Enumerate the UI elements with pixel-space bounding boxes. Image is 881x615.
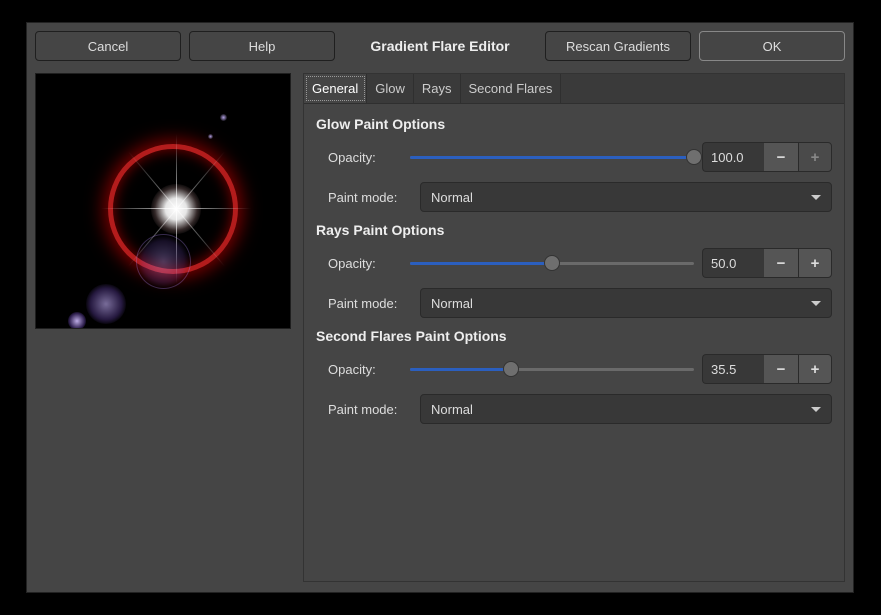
gradient-flare-editor-dialog: Cancel Help Gradient Flare Editor Rescan… xyxy=(26,22,854,593)
glow-opacity-increment: + xyxy=(798,142,832,172)
rays-opacity-increment[interactable]: + xyxy=(798,248,832,278)
second-opacity-label: Opacity: xyxy=(328,362,402,377)
second-paintmode-select[interactable]: Normal xyxy=(420,394,832,424)
settings-column: General Glow Rays Second Flares Glow Pai… xyxy=(303,73,845,582)
rays-opacity-input[interactable] xyxy=(702,248,764,278)
tab-second-flares[interactable]: Second Flares xyxy=(461,74,562,103)
second-opacity-input[interactable] xyxy=(702,354,764,384)
tab-rays[interactable]: Rays xyxy=(414,74,461,103)
glow-paintmode-value: Normal xyxy=(431,190,473,205)
second-opacity-decrement[interactable]: − xyxy=(764,354,798,384)
rays-paintmode-value: Normal xyxy=(431,296,473,311)
tab-glow[interactable]: Glow xyxy=(367,74,414,103)
dialog-body: General Glow Rays Second Flares Glow Pai… xyxy=(27,69,853,590)
flare-preview xyxy=(35,73,291,329)
rays-paintmode-select[interactable]: Normal xyxy=(420,288,832,318)
rays-opacity-decrement[interactable]: − xyxy=(764,248,798,278)
cancel-button[interactable]: Cancel xyxy=(35,31,181,61)
plus-icon: + xyxy=(811,149,820,166)
plus-icon: + xyxy=(811,255,820,272)
glow-section-header: Glow Paint Options xyxy=(316,116,832,132)
help-button[interactable]: Help xyxy=(189,31,335,61)
rays-paintmode-label: Paint mode: xyxy=(328,296,412,311)
second-paintmode-value: Normal xyxy=(431,402,473,417)
glow-paintmode-select[interactable]: Normal xyxy=(420,182,832,212)
preview-column xyxy=(35,73,291,582)
tab-bar: General Glow Rays Second Flares xyxy=(304,74,844,104)
second-opacity-increment[interactable]: + xyxy=(798,354,832,384)
dialog-title: Gradient Flare Editor xyxy=(343,38,537,54)
glow-opacity-label: Opacity: xyxy=(328,150,402,165)
tab-general[interactable]: General xyxy=(304,74,367,103)
chevron-down-icon xyxy=(811,195,821,200)
glow-opacity-slider[interactable] xyxy=(410,149,694,165)
rescan-gradients-button[interactable]: Rescan Gradients xyxy=(545,31,691,61)
dialog-header: Cancel Help Gradient Flare Editor Rescan… xyxy=(27,23,853,69)
glow-opacity-input[interactable] xyxy=(702,142,764,172)
minus-icon: − xyxy=(777,149,786,166)
glow-paintmode-label: Paint mode: xyxy=(328,190,412,205)
ok-button[interactable]: OK xyxy=(699,31,845,61)
rays-section-header: Rays Paint Options xyxy=(316,222,832,238)
rays-opacity-slider[interactable] xyxy=(410,255,694,271)
chevron-down-icon xyxy=(811,407,821,412)
second-flares-section-header: Second Flares Paint Options xyxy=(316,328,832,344)
chevron-down-icon xyxy=(811,301,821,306)
minus-icon: − xyxy=(777,361,786,378)
minus-icon: − xyxy=(777,255,786,272)
general-panel: Glow Paint Options Opacity: − + P xyxy=(304,104,844,446)
glow-opacity-decrement[interactable]: − xyxy=(764,142,798,172)
rays-opacity-label: Opacity: xyxy=(328,256,402,271)
plus-icon: + xyxy=(811,361,820,378)
second-opacity-slider[interactable] xyxy=(410,361,694,377)
second-paintmode-label: Paint mode: xyxy=(328,402,412,417)
